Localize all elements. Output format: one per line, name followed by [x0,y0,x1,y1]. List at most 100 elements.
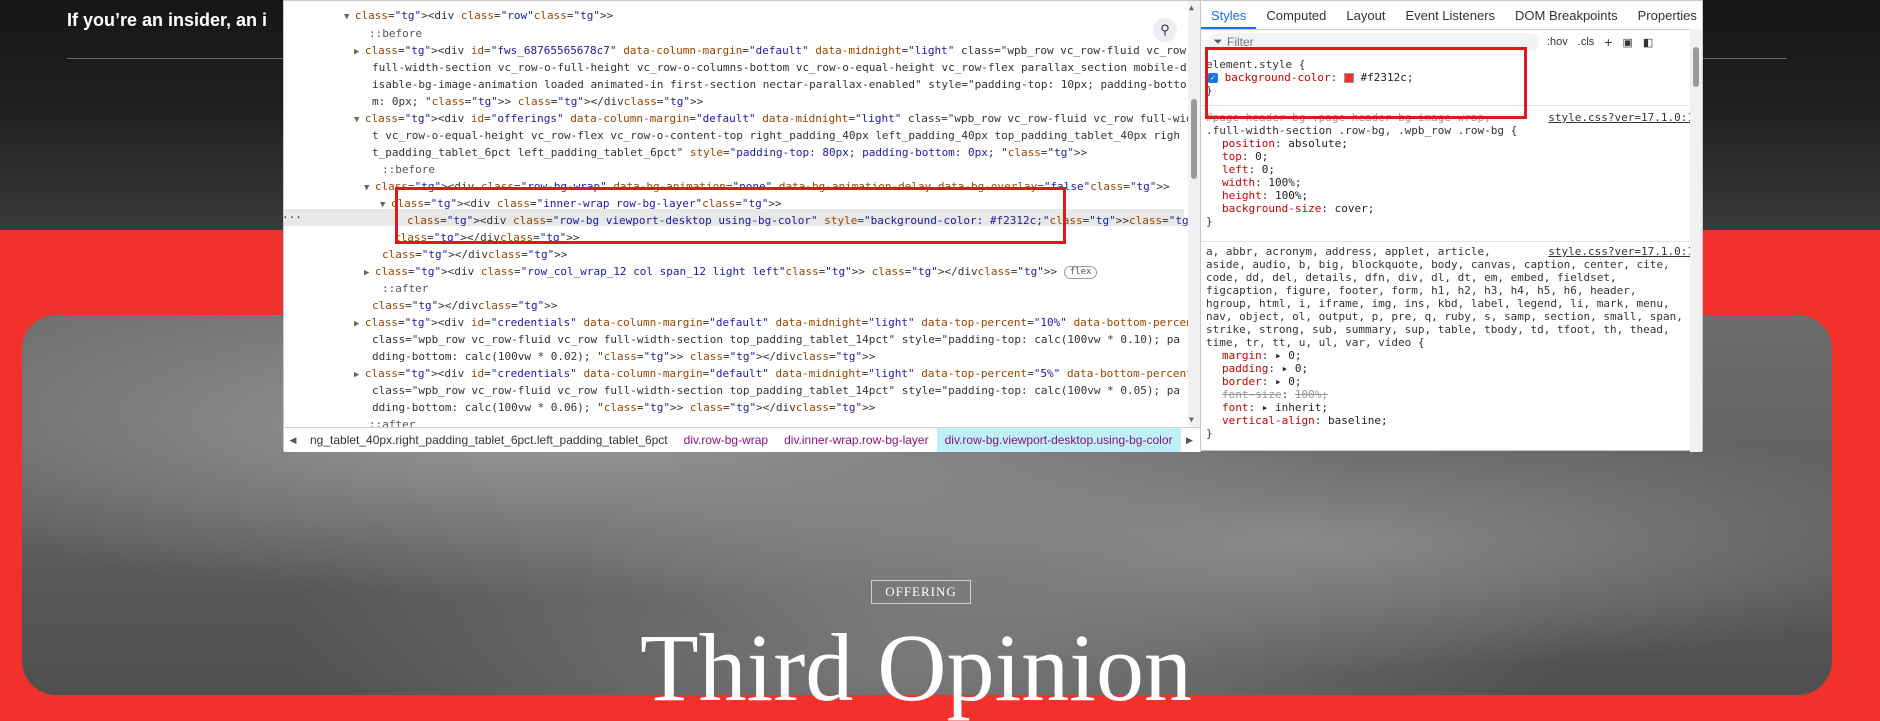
dom-node-line[interactable]: class="wpb_row vc_row-fluid vc_row full-… [372,331,1180,348]
dom-node-line[interactable]: full-width-section vc_row-o-full-height … [372,59,1187,76]
collapsed-triangle-icon[interactable]: ▶ [354,370,365,380]
property-value[interactable]: ▸ 0; [1275,349,1302,362]
rule-selector: figcaption, figure, footer, form, h1, h2… [1206,284,1637,297]
expanded-triangle-icon[interactable]: ▼ [354,115,365,125]
property-value[interactable]: absolute; [1288,137,1348,150]
property-name[interactable]: top [1222,150,1242,163]
source-link[interactable]: style.css?ver=17.1.0:1 [1548,111,1694,124]
property-name[interactable]: position [1222,137,1275,150]
hov-toggle[interactable]: :hov [1547,36,1568,48]
pseudo-element-node[interactable]: ::after [369,416,415,427]
pseudo-element-node[interactable]: ::after [382,280,428,297]
dom-node-line[interactable]: dding-bottom: calc(100vw * 0.06); "class… [372,399,875,416]
dom-node-line[interactable]: t vc_row-o-equal-height vc_row-flex vc_r… [372,127,1180,144]
property-value[interactable]: baseline; [1328,414,1388,427]
property-name[interactable]: padding [1222,362,1268,375]
dom-node-line[interactable]: ▶ class="tg"><div class="row_col_wrap_12… [364,263,1098,282]
tab-properties[interactable]: Properties [1628,8,1702,29]
property-value[interactable]: ▸ 0; [1282,362,1309,375]
property-name[interactable]: margin [1222,349,1262,362]
css-declaration[interactable]: left: 0; [1206,163,1694,176]
new-rule-button[interactable]: + [1604,34,1612,50]
dom-node-line[interactable]: class="tg"></divclass="tg">> [372,297,558,314]
collapsed-triangle-icon[interactable]: ▶ [364,268,375,278]
chevron-right-icon[interactable]: ▶ [1181,435,1199,446]
tab-styles[interactable]: Styles [1201,8,1257,29]
elements-scrollbar[interactable]: ▲ ▼ [1188,1,1200,427]
breadcrumb-item[interactable]: div.inner-wrap.row-bg-layer [776,428,937,452]
dom-node-line[interactable]: class="tg"></divclass="tg">> [382,246,568,263]
cls-toggle[interactable]: .cls [1578,36,1595,48]
property-value[interactable]: 100%; [1295,388,1328,401]
property-name[interactable]: background-size [1222,202,1321,215]
property-value[interactable]: 100%; [1275,189,1308,202]
dom-node-line[interactable]: ▼ class="tg"><div class="row"class="tg">… [344,7,613,26]
source-link[interactable]: style.css?ver=17.1.0:1 [1548,245,1694,258]
dom-node-line[interactable]: dding-bottom: calc(100vw * 0.02); "class… [372,348,875,365]
css-declaration[interactable]: margin: ▸ 0; [1206,349,1694,362]
styles-tab-bar: Styles Computed Layout Event Listeners D… [1201,1,1702,30]
pseudo-element-node[interactable]: ::before [369,25,422,42]
property-value[interactable]: 0; [1255,150,1268,163]
property-value[interactable]: 0; [1262,163,1275,176]
css-declaration[interactable]: border: ▸ 0; [1206,375,1694,388]
breadcrumb-item[interactable]: div.row-bg-wrap [676,428,776,452]
css-declaration[interactable]: padding: ▸ 0; [1206,362,1694,375]
sidebar-toggle-icon[interactable]: ◧ [1643,36,1653,49]
rule-selector: .full-width-section .row-bg, .wpb_row .r… [1206,124,1518,137]
css-declaration[interactable]: font-size: 100%; [1206,388,1694,401]
styles-scrollbar[interactable] [1690,29,1702,452]
tab-event-listeners[interactable]: Event Listeners [1395,8,1505,29]
property-name[interactable]: height [1222,189,1262,202]
property-value[interactable]: ▸ inherit; [1262,401,1328,414]
offering-title: Third Opinion [640,614,1192,721]
css-declaration[interactable]: background-size: cover; [1206,202,1694,215]
css-declaration[interactable]: font: ▸ inherit; [1206,401,1694,414]
paint-brush-icon[interactable]: ▣ [1622,36,1632,49]
scrollbar-thumb[interactable] [1693,47,1699,87]
scroll-down-icon[interactable]: ▼ [1189,415,1194,424]
property-name[interactable]: vertical-align [1222,414,1315,427]
dom-node-line[interactable]: m: 0px; "class="tg">> class="tg"></divcl… [372,93,703,110]
property-name[interactable]: border [1222,375,1262,388]
expanded-triangle-icon[interactable]: ▼ [380,200,391,210]
property-name[interactable]: font [1222,401,1249,414]
flex-badge[interactable]: flex [1063,265,1098,279]
rule-separator [1201,241,1689,242]
expanded-triangle-icon[interactable]: ▼ [344,12,355,22]
property-name[interactable]: left [1222,163,1249,176]
css-declaration[interactable]: vertical-align: baseline; [1206,414,1694,427]
highlight-box-dom [395,187,1066,244]
scrollbar-thumb[interactable] [1191,99,1197,179]
dom-node-line[interactable]: isable-bg-image-animation loaded animate… [372,76,1187,93]
css-declaration[interactable]: top: 0; [1206,150,1694,163]
rule-close: } [1206,215,1213,228]
property-name[interactable]: font-size [1222,388,1282,401]
collapsed-triangle-icon[interactable]: ▶ [354,47,365,57]
accessibility-icon[interactable]: ⚲ [1153,18,1177,42]
tab-layout[interactable]: Layout [1336,8,1395,29]
property-value[interactable]: 100%; [1268,176,1301,189]
property-value[interactable]: ▸ 0; [1275,375,1302,388]
highlight-box-styles [1205,47,1527,119]
tab-computed[interactable]: Computed [1256,8,1336,29]
property-name[interactable]: width [1222,176,1255,189]
chevron-left-icon[interactable]: ◀ [284,435,302,446]
expanded-triangle-icon[interactable]: ▼ [364,183,375,193]
css-declaration[interactable]: height: 100%; [1206,189,1694,202]
pseudo-element-node[interactable]: ::before [382,161,435,178]
dom-node-line[interactable]: t_padding_tablet_6pct left_padding_table… [372,144,1087,161]
css-declaration[interactable]: position: absolute; [1206,137,1694,150]
dom-node-line[interactable]: class="wpb_row vc_row-fluid vc_row full-… [372,382,1180,399]
site-teaser-text: If you’re an insider, an i [67,10,268,30]
node-actions-dots[interactable]: ··· [284,209,302,226]
breadcrumb-item[interactable]: ng_tablet_40px.right_padding_tablet_6pct… [302,428,676,452]
property-value[interactable]: cover; [1335,202,1375,215]
rule-selector: aside, audio, b, big, blockquote, body, … [1206,258,1670,271]
collapsed-triangle-icon[interactable]: ▶ [354,319,365,329]
scroll-up-icon[interactable]: ▲ [1189,3,1194,12]
css-declaration[interactable]: width: 100%; [1206,176,1694,189]
breadcrumb-item-active[interactable]: div.row-bg.viewport-desktop.using-bg-col… [936,428,1181,452]
tab-dom-breakpoints[interactable]: DOM Breakpoints [1505,8,1628,29]
rule-selector: strike, strong, sub, summary, sup, table… [1206,323,1670,336]
